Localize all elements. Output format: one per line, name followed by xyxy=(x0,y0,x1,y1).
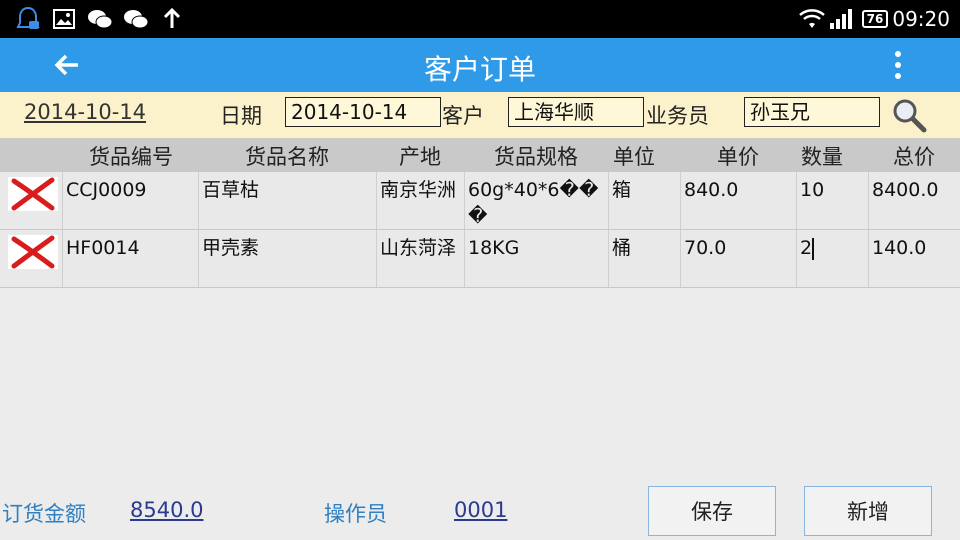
app-bar: 客户订单 xyxy=(0,38,960,92)
column-header-qty: 数量 xyxy=(801,145,843,169)
cell-unit: 箱 xyxy=(608,172,680,229)
order-amount-label: 订货金额 xyxy=(2,502,86,526)
wechat-notification-icon-2 xyxy=(122,6,150,32)
cell-unit: 桶 xyxy=(608,230,680,287)
salesman-label: 业务员 xyxy=(646,104,709,128)
clock: 09:20 xyxy=(892,7,950,31)
column-header-origin: 产地 xyxy=(399,145,441,169)
column-header-unit: 单位 xyxy=(613,145,655,169)
cell-name: 甲壳素 xyxy=(198,230,376,287)
battery-icon: 76 xyxy=(860,6,890,32)
column-header-total: 总价 xyxy=(893,145,935,169)
table-row: HF0014 甲壳素 山东菏泽 18KG 桶 70.0 2 140.0 xyxy=(0,230,960,288)
cell-origin: 山东菏泽 xyxy=(376,230,464,287)
cell-price: 840.0 xyxy=(680,172,796,229)
order-amount-value: 8540.0 xyxy=(130,498,204,522)
image-notification-icon xyxy=(52,6,76,32)
cell-code: HF0014 xyxy=(62,230,198,287)
operator-label: 操作员 xyxy=(324,502,387,526)
table-row: CCJ0009 百草枯 南京华洲 60g*40*6�� � 箱 840.0 10… xyxy=(0,172,960,230)
salesman-field[interactable]: 孙玉兄 xyxy=(744,97,880,127)
date-label: 日期 xyxy=(220,104,262,128)
cell-spec: 60g*40*6�� � xyxy=(464,172,608,229)
quantity-field[interactable]: 2 xyxy=(796,230,868,287)
cell-name: 百草枯 xyxy=(198,172,376,229)
column-header-code: 货品编号 xyxy=(89,145,173,169)
qq-notification-icon xyxy=(14,6,42,32)
save-button[interactable]: 保存 xyxy=(648,486,776,536)
add-button[interactable]: 新增 xyxy=(804,486,932,536)
battery-level: 76 xyxy=(861,10,889,28)
operator-value: 0001 xyxy=(454,498,508,522)
cell-spec: 18KG xyxy=(464,230,608,287)
cell-total: 8400.0 xyxy=(868,172,960,229)
search-icon[interactable] xyxy=(890,96,928,134)
customer-label: 客户 xyxy=(442,104,484,128)
text-cursor xyxy=(812,237,814,260)
wechat-notification-icon xyxy=(86,6,114,32)
delete-row-icon[interactable] xyxy=(8,177,58,211)
date-field[interactable]: 2014-10-14 xyxy=(285,97,441,127)
cell-total: 140.0 xyxy=(868,230,960,287)
column-header-spec: 货品规格 xyxy=(494,145,578,169)
status-bar: 76 09:20 xyxy=(0,0,960,38)
overflow-menu-icon[interactable] xyxy=(892,50,904,80)
delete-row-icon[interactable] xyxy=(8,235,58,269)
cell-origin: 南京华洲 xyxy=(376,172,464,229)
cell-price: 70.0 xyxy=(680,230,796,287)
quantity-value: 2 xyxy=(800,237,813,259)
filter-bar: 2014-10-14 日期 2014-10-14 客户 上海华顺 业务员 孙玉兄 xyxy=(0,92,960,138)
signal-icon xyxy=(828,6,854,32)
page-title: 客户订单 xyxy=(423,53,536,86)
column-header-price: 单价 xyxy=(717,145,759,169)
date-link[interactable]: 2014-10-14 xyxy=(24,100,146,124)
quantity-field[interactable]: 10 xyxy=(796,172,868,229)
column-header-name: 货品名称 xyxy=(245,145,329,169)
cell-code: CCJ0009 xyxy=(62,172,198,229)
customer-field[interactable]: 上海华顺 xyxy=(508,97,644,127)
table-header: 货品编号 货品名称 产地 货品规格 单位 单价 数量 总价 xyxy=(0,138,960,172)
upload-icon xyxy=(160,6,184,32)
wifi-icon xyxy=(798,6,826,32)
